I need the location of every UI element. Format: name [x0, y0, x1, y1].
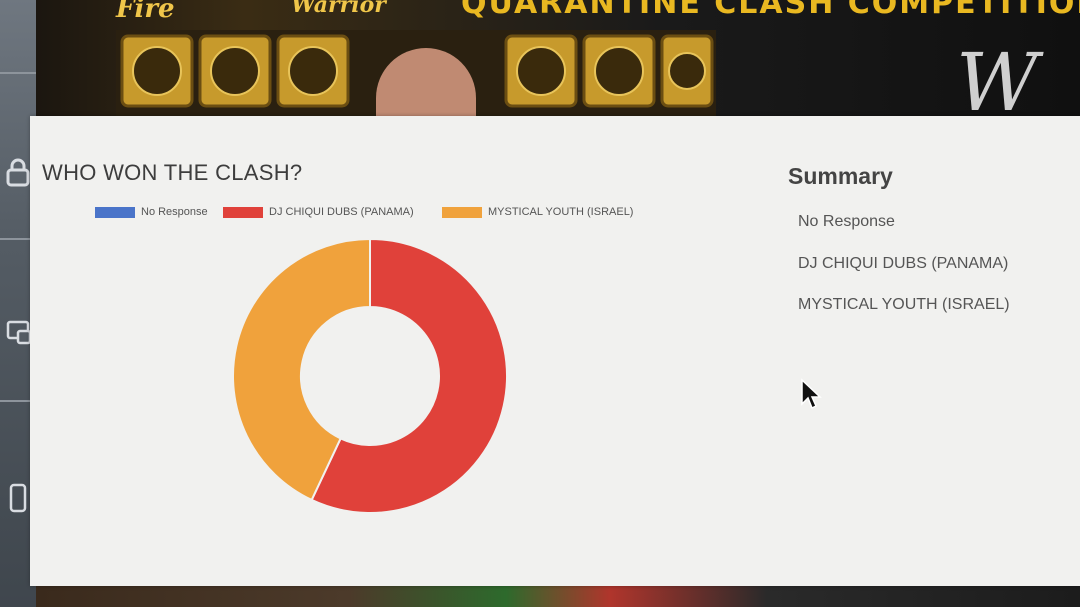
- competition-banner: QUARANTINE CLASH COMPETITION 2020: [461, 0, 1080, 21]
- video-feed: Fire Warrior QUARANTINE CLASH COMPETITIO…: [36, 0, 1080, 118]
- legend-item-no-response[interactable]: No Response: [95, 206, 208, 218]
- chart-title: WHO WON THE CLASH?: [42, 160, 303, 185]
- summary-item-mystical-youth[interactable]: MYSTICAL YOUTH (ISRAEL): [798, 296, 1010, 314]
- legend-swatch: [223, 206, 263, 218]
- donut-chart: [232, 237, 508, 514]
- legend-swatch: [442, 206, 482, 218]
- pointer-cursor-icon: [801, 378, 822, 410]
- legend-item-mystical-youth[interactable]: MYSTICAL YOUTH (ISRAEL): [442, 206, 633, 218]
- sidebar-divider: [0, 72, 36, 74]
- legend-swatch: [95, 206, 135, 218]
- poll-results-panel: WHO WON THE CLASH? No Response DJ CHIQUI…: [30, 116, 1080, 586]
- decorative-letter: W: [956, 36, 1039, 118]
- sound-logo-left: Fire: [116, 0, 175, 24]
- legend-label: No Response: [141, 206, 208, 218]
- summary-item-no-response[interactable]: No Response: [798, 213, 895, 231]
- legend-label: DJ CHIQUI DUBS (PANAMA): [269, 206, 414, 218]
- legend-item-dj-chiqui-dubs[interactable]: DJ CHIQUI DUBS (PANAMA): [223, 206, 414, 218]
- legend-label: MYSTICAL YOUTH (ISRAEL): [488, 206, 634, 218]
- summary-item-dj-chiqui-dubs[interactable]: DJ CHIQUI DUBS (PANAMA): [798, 255, 1008, 273]
- sound-logo-warrior: Warrior: [291, 0, 386, 18]
- summary-title: Summary: [788, 163, 893, 189]
